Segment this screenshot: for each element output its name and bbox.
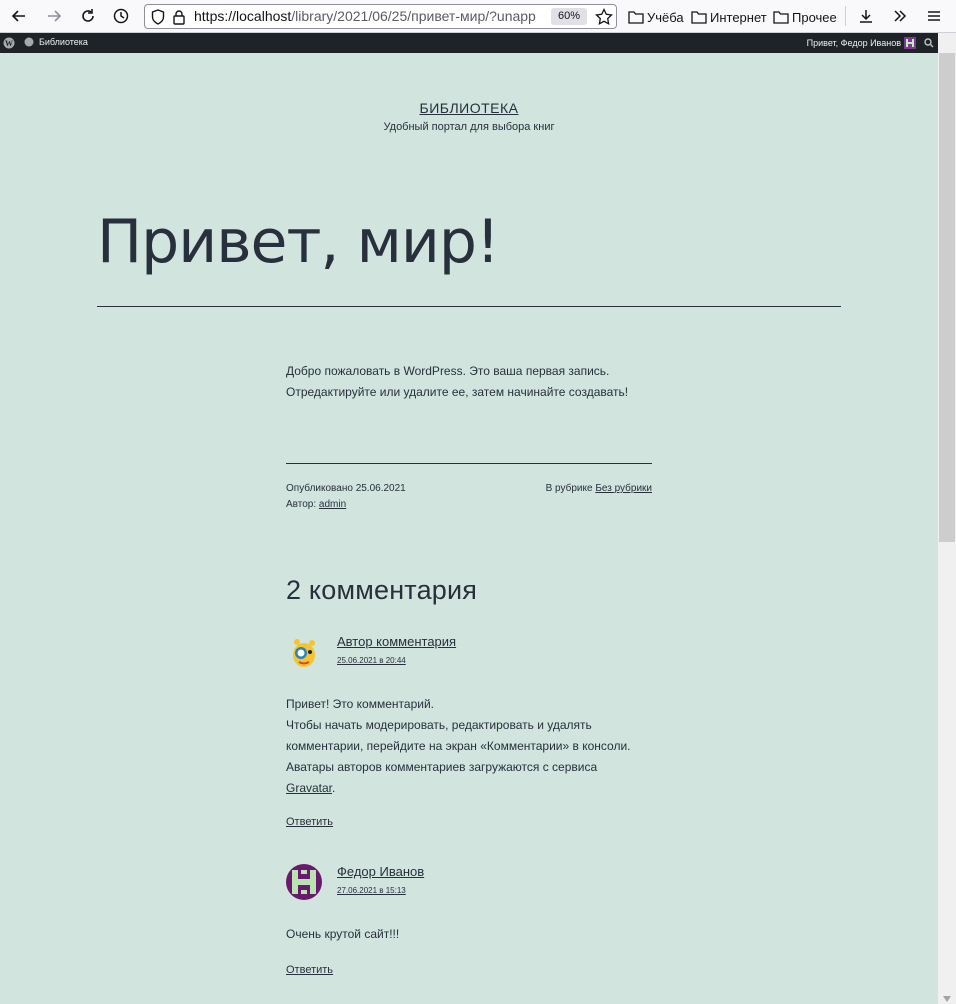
gravatar-suffix: . (332, 781, 336, 795)
category-label: В рубрике (545, 483, 593, 494)
history-button[interactable] (110, 5, 132, 27)
post-content-line: Добро пожаловать в WordPress. Это ваша п… (286, 364, 610, 378)
zoom-level-badge[interactable]: 60% (551, 8, 587, 25)
bookmark-label: Интернет (710, 9, 767, 25)
user-avatar-icon[interactable] (904, 37, 916, 49)
meta-divider (286, 463, 652, 464)
post-content: Добро пожаловать в WordPress. Это ваша п… (286, 361, 652, 403)
arrow-left-icon (11, 10, 25, 22)
bookmark-folder-study[interactable]: Учёба (628, 8, 684, 26)
folder-icon (691, 11, 707, 24)
author-info: Автор: admin (286, 497, 652, 513)
title-divider (97, 306, 841, 307)
bookmark-folder-internet[interactable]: Интернет (691, 8, 767, 26)
clock-icon (113, 8, 129, 24)
back-button[interactable] (8, 5, 30, 27)
category-link[interactable]: Без рубрики (595, 483, 652, 494)
category-info: В рубрике Без рубрики (546, 481, 652, 497)
identicon-avatar-icon (286, 864, 322, 900)
admin-bar-howdy: Привет, Федор Иванов (806, 38, 901, 48)
comment-line: Очень крутой сайт!!! (286, 927, 400, 941)
post-content-line: Отредактируйте или удалите ее, затем нач… (286, 385, 629, 399)
double-chevron-right-icon (894, 10, 907, 22)
lock-icon[interactable] (172, 9, 186, 25)
post-meta: Опубликовано 25.06.2021 Автор: admin В р… (286, 481, 652, 513)
reload-button[interactable] (77, 5, 99, 27)
arrow-right-icon (48, 10, 62, 22)
comment-date-link[interactable]: 25.06.2021 в 20:44 (337, 656, 406, 665)
overflow-menu-button[interactable] (889, 5, 911, 27)
published-date: 25.06.2021 (355, 483, 406, 494)
wapuu-avatar-icon (286, 634, 322, 670)
post-title: Привет, мир! (97, 207, 500, 277)
gravatar-link[interactable]: Gravatar (286, 781, 332, 795)
star-icon[interactable] (595, 8, 613, 26)
comment-header: Федор Иванов 27.06.2021 в 15:13 (286, 864, 652, 904)
address-bar[interactable]: https://localhost/library/2021/06/25/при… (144, 4, 617, 29)
bookmark-folder-other[interactable]: Прочее (773, 8, 837, 26)
browser-toolbar: https://localhost/library/2021/06/25/при… (0, 0, 956, 33)
comment-line: Аватары авторов комментариев загружаются… (286, 760, 598, 774)
downloads-button[interactable] (855, 5, 877, 27)
admin-bar-site-name: Библиотека (39, 37, 88, 47)
forward-button[interactable] (43, 5, 65, 27)
site-header: БИБЛИОТЕКА Удобный портал для выбора кни… (0, 100, 938, 133)
search-icon[interactable] (924, 38, 934, 48)
comment-line: Привет! Это комментарий. (286, 697, 434, 711)
bookmark-label: Прочее (792, 9, 837, 25)
comment-body: Привет! Это комментарий. Чтобы начать мо… (286, 694, 652, 799)
reply-link[interactable]: Ответить (286, 964, 333, 976)
page-scrollbar[interactable] (938, 33, 956, 1004)
comment-body: Очень крутой сайт!!! (286, 924, 652, 945)
folder-icon (773, 11, 789, 24)
svg-text:W: W (5, 39, 13, 48)
comment-header: Автор комментария 25.06.2021 в 20:44 (286, 634, 652, 674)
scroll-down-arrow-icon[interactable] (943, 996, 951, 1002)
comment-line: комментарии, перейдите на экран «Коммент… (286, 739, 631, 753)
wp-admin-bar: W Библиотека Привет, Федор Иванов (0, 33, 938, 53)
bookmark-label: Учёба (647, 9, 684, 25)
comment-line: Чтобы начать модерировать, редактировать… (286, 718, 592, 732)
admin-bar-site-link[interactable]: Библиотека (24, 37, 88, 47)
comments-title: 2 комментария (286, 575, 478, 605)
app-menu-button[interactable] (923, 5, 945, 27)
comment-author-link[interactable]: Автор комментария (337, 634, 456, 649)
download-icon (860, 10, 872, 23)
hamburger-icon (928, 11, 940, 21)
toolbar-separator (845, 6, 846, 26)
author-label: Автор: (286, 499, 317, 510)
comment-author-link[interactable]: Федор Иванов (337, 864, 424, 879)
folder-icon (628, 11, 644, 24)
comment-line-gravatar: Gravatar. (286, 778, 652, 799)
shield-icon[interactable] (151, 9, 165, 25)
dashboard-icon (24, 37, 34, 47)
reply-link[interactable]: Ответить (286, 816, 333, 828)
published-label: Опубликовано (286, 483, 353, 494)
post-author-link[interactable]: admin (319, 499, 346, 510)
admin-bar-account[interactable]: Привет, Федор Иванов (807, 38, 901, 48)
comment-avatar (286, 634, 322, 670)
scrollbar-thumb[interactable] (939, 53, 955, 542)
comment-date-link[interactable]: 27.06.2021 в 15:13 (337, 886, 406, 895)
comment-avatar (286, 864, 322, 900)
site-title-link[interactable]: БИБЛИОТЕКА (0, 100, 938, 116)
wordpress-logo-icon[interactable]: W (3, 37, 15, 49)
url-text[interactable]: https://localhost/library/2021/06/25/при… (194, 8, 549, 24)
site-description: Удобный портал для выбора книг (383, 121, 555, 133)
reload-icon (82, 9, 94, 22)
